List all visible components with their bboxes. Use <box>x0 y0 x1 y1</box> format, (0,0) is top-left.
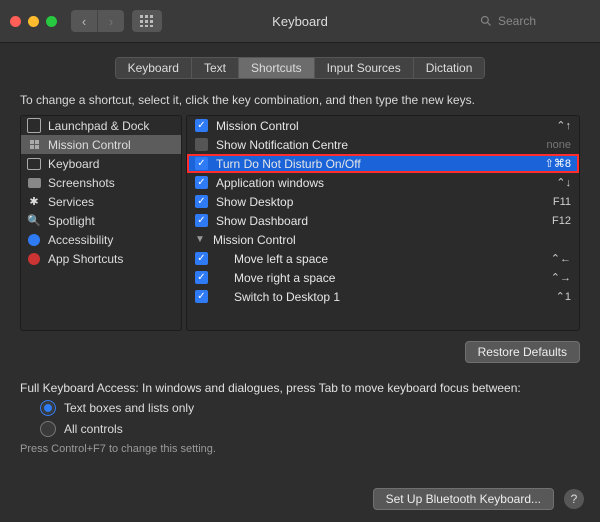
screenshots-icon <box>27 176 41 190</box>
checkbox[interactable]: ✓ <box>195 290 208 303</box>
category-accessibility[interactable]: Accessibility <box>21 230 181 249</box>
shortcut-key[interactable]: ⌃↑ <box>556 119 571 132</box>
shortcut-key[interactable]: none <box>547 139 571 151</box>
shortcut-row[interactable]: ✓ Move left a space ⌃← <box>187 249 579 268</box>
shortcut-row[interactable]: ✓ Mission Control ⌃↑ <box>187 116 579 135</box>
forward-button[interactable]: › <box>98 10 124 32</box>
category-label: App Shortcuts <box>48 252 123 266</box>
search-icon <box>480 15 492 27</box>
checkbox[interactable]: ✓ <box>195 138 208 151</box>
checkbox[interactable]: ✓ <box>195 214 208 227</box>
radio-label: All controls <box>64 422 123 436</box>
category-label: Launchpad & Dock <box>48 119 149 133</box>
app-shortcuts-icon <box>27 252 41 266</box>
category-list: Launchpad & Dock Mission Control Keyboar… <box>20 115 182 331</box>
radio-label: Text boxes and lists only <box>64 401 194 415</box>
category-launchpad[interactable]: Launchpad & Dock <box>21 116 181 135</box>
shortcut-key[interactable]: ⌃← <box>551 252 571 265</box>
category-label: Services <box>48 195 94 209</box>
shortcut-group-header[interactable]: ▼ Mission Control <box>187 230 579 249</box>
tab-bar: Keyboard Text Shortcuts Input Sources Di… <box>115 57 486 79</box>
category-services[interactable]: ✱ Services <box>21 192 181 211</box>
checkbox[interactable]: ✓ <box>195 271 208 284</box>
show-all-button[interactable] <box>132 10 162 32</box>
tab-input-sources[interactable]: Input Sources <box>315 58 414 78</box>
search-placeholder: Search <box>498 14 536 28</box>
tab-dictation[interactable]: Dictation <box>414 58 485 78</box>
shortcut-key[interactable]: ⇧⌘8 <box>545 157 571 170</box>
launchpad-icon <box>27 119 41 133</box>
shortcut-label: Show Notification Centre <box>216 138 539 152</box>
mission-control-icon <box>27 138 41 152</box>
shortcut-label: Mission Control <box>216 119 548 133</box>
shortcut-row[interactable]: ✓ Show Notification Centre none <box>187 135 579 154</box>
search-field[interactable]: Search <box>480 14 590 28</box>
category-app-shortcuts[interactable]: App Shortcuts <box>21 249 181 268</box>
tab-shortcuts[interactable]: Shortcuts <box>239 58 315 78</box>
accessibility-icon <box>27 233 41 247</box>
checkbox[interactable]: ✓ <box>195 176 208 189</box>
shortcut-key[interactable]: ⌃1 <box>556 290 571 303</box>
category-keyboard[interactable]: Keyboard <box>21 154 181 173</box>
minimize-icon[interactable] <box>28 16 39 27</box>
shortcut-row[interactable]: ✓ Switch to Desktop 1 ⌃1 <box>187 287 579 306</box>
category-mission-control[interactable]: Mission Control <box>21 135 181 154</box>
shortcut-label: Show Dashboard <box>216 214 544 228</box>
close-icon[interactable] <box>10 16 21 27</box>
zoom-icon[interactable] <box>46 16 57 27</box>
shortcut-row[interactable]: ✓ Move right a space ⌃→ <box>187 268 579 287</box>
shortcut-label: Application windows <box>216 176 548 190</box>
category-label: Spotlight <box>48 214 95 228</box>
shortcut-row[interactable]: ✓ Show Desktop F11 <box>187 192 579 211</box>
radio-all-controls[interactable] <box>40 421 56 437</box>
checkbox[interactable]: ✓ <box>195 119 208 132</box>
disclosure-triangle-icon[interactable]: ▼ <box>195 234 205 245</box>
instruction-text: To change a shortcut, select it, click t… <box>20 93 580 107</box>
full-keyboard-access-text: Full Keyboard Access: In windows and dia… <box>20 381 580 395</box>
fka-hint: Press Control+F7 to change this setting. <box>20 443 580 455</box>
shortcut-label: Switch to Desktop 1 <box>216 290 548 304</box>
shortcut-key[interactable]: ⌃→ <box>551 271 571 284</box>
keyboard-icon <box>27 157 41 171</box>
shortcut-key[interactable]: ⌃↓ <box>556 176 571 189</box>
radio-text-boxes[interactable] <box>40 400 56 416</box>
shortcut-row[interactable]: ✓ Application windows ⌃↓ <box>187 173 579 192</box>
tab-text[interactable]: Text <box>192 58 239 78</box>
shortcut-list: ✓ Mission Control ⌃↑ ✓ Show Notification… <box>186 115 580 331</box>
checkbox[interactable]: ✓ <box>195 157 208 170</box>
shortcut-row-selected[interactable]: ✓ Turn Do Not Disturb On/Off ⇧⌘8 <box>187 154 579 173</box>
help-button[interactable]: ? <box>564 489 584 509</box>
shortcut-row[interactable]: ✓ Show Dashboard F12 <box>187 211 579 230</box>
category-label: Screenshots <box>48 176 115 190</box>
category-screenshots[interactable]: Screenshots <box>21 173 181 192</box>
shortcut-key[interactable]: F12 <box>552 215 571 227</box>
shortcut-label: Move left a space <box>216 252 543 266</box>
checkbox[interactable]: ✓ <box>195 195 208 208</box>
shortcut-label: Show Desktop <box>216 195 545 209</box>
services-icon: ✱ <box>27 195 41 209</box>
shortcut-label: Mission Control <box>213 233 571 247</box>
category-spotlight[interactable]: 🔍 Spotlight <box>21 211 181 230</box>
back-button[interactable]: ‹ <box>71 10 98 32</box>
tab-keyboard[interactable]: Keyboard <box>116 58 192 78</box>
shortcut-key[interactable]: F11 <box>553 196 571 208</box>
spotlight-icon: 🔍 <box>27 214 41 228</box>
category-label: Keyboard <box>48 157 99 171</box>
shortcut-label: Turn Do Not Disturb On/Off <box>216 157 537 171</box>
restore-defaults-button[interactable]: Restore Defaults <box>465 341 580 363</box>
shortcut-label: Move right a space <box>216 271 543 285</box>
checkbox[interactable]: ✓ <box>195 252 208 265</box>
category-label: Mission Control <box>48 138 131 152</box>
bluetooth-keyboard-button[interactable]: Set Up Bluetooth Keyboard... <box>373 488 554 510</box>
category-label: Accessibility <box>48 233 113 247</box>
